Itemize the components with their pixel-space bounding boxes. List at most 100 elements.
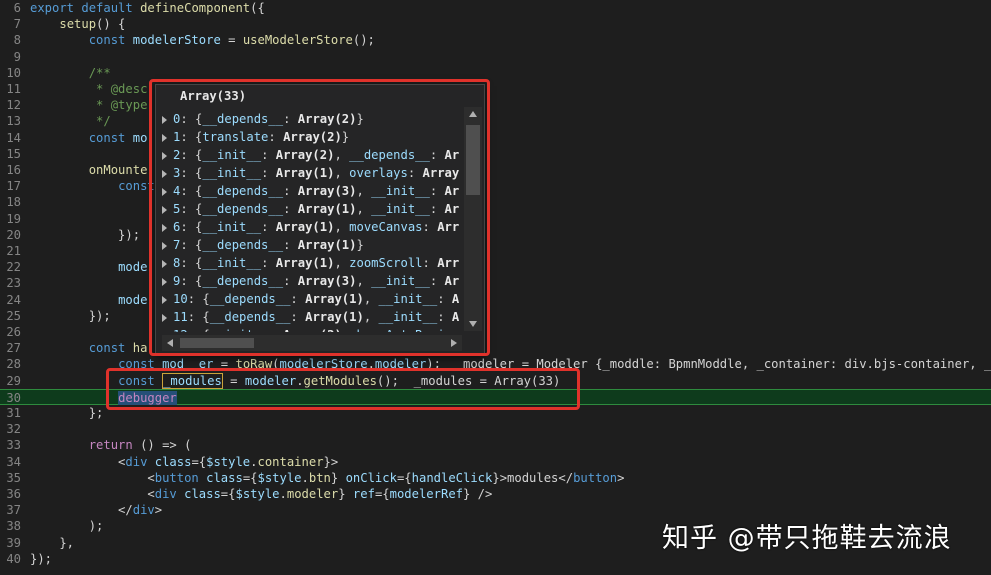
code-token: . [301,470,309,485]
code-token: } [338,487,353,501]
code-text: const modelerStore = useModelerStore(); [30,32,375,48]
line-number: 35 [6,470,21,485]
code-token: (); [352,33,375,48]
code-token: ={ [242,470,258,485]
code-token: ={ [191,454,207,469]
code-token: container [257,454,324,469]
line-number: 13 [6,114,21,129]
code-token: }); [30,227,141,242]
code-token: div [154,487,185,501]
code-token: . [250,454,258,469]
line-number: 9 [13,49,21,64]
code-token: /** [88,65,111,80]
code-token: class [154,454,192,469]
code-line[interactable]: 32 [0,421,991,437]
code-token: */ [88,114,111,129]
code-line[interactable]: 6 export default defineComponent({ [0,0,991,16]
code-token: () { [96,17,126,32]
code-text: }); [30,551,52,567]
code-token: < [30,454,126,469]
line-number: 7 [13,17,21,32]
code-token: modelerStore [132,33,221,48]
code-token: ={ [396,470,412,485]
code-token: handleClick [411,470,493,485]
line-number: 8 [13,33,21,48]
code-token: export [30,1,82,15]
code-token: }); [30,551,53,566]
code-token: $style [257,470,302,485]
code-token: ref [352,487,375,501]
code-text: mode [30,292,147,308]
code-token: }, [30,535,75,550]
line-number: 30 [6,390,21,405]
code-token: modelerRef [389,487,463,501]
code-line[interactable]: 33 return () => ( [0,437,991,453]
code-text: export default defineComponent({ [30,0,265,16]
code-token: ={ [374,487,390,501]
watermark: 知乎 @带只拖鞋去流浪 [662,523,952,554]
code-token: onMounte [88,163,148,177]
line-number: 24 [6,292,21,307]
code-token: } /> [463,487,493,501]
code-token: btn [308,470,331,485]
code-line[interactable]: 36 <div class={$style.modeler} ref={mode… [0,486,991,502]
line-number: 25 [6,308,21,323]
line-number: 17 [6,179,21,194]
code-token: $style [206,454,251,469]
code-text: return () => ( [30,437,192,453]
line-number: 22 [6,260,21,275]
line-number: 39 [6,535,21,550]
line-number: 31 [6,406,21,420]
line-number: 27 [6,341,21,356]
code-text: const mo [30,130,148,146]
code-token: }); [30,308,111,323]
code-token: > [154,503,163,518]
line-number: 21 [6,244,21,258]
code-token: return [88,438,141,453]
line-number: 33 [6,438,21,453]
code-token: default [81,1,141,15]
code-text: }); [30,308,111,324]
code-line[interactable]: 35 <button class={$style.btn} onClick={h… [0,470,991,486]
code-token: setup [59,17,97,32]
code-token: ); [30,519,104,534]
code-text: }; [30,405,104,421]
line-number: 12 [6,98,21,113]
code-text: const [30,178,155,194]
code-line[interactable]: 10 /** [0,65,991,81]
code-token: const [88,341,133,356]
code-token: = [220,33,243,48]
code-token: button [573,470,618,485]
code-text: <button class={$style.btn} onClick={hand… [30,470,624,486]
code-line[interactable]: 9 [0,49,991,65]
code-text: ); [30,518,104,534]
code-token: }; [30,406,104,420]
line-number: 29 [6,373,21,388]
code-line[interactable]: 8 const modelerStore = useModelerStore()… [0,32,991,48]
code-text: <div class={$style.modeler} ref={modeler… [30,486,492,502]
code-text: <div class={$style.container}> [30,454,338,470]
code-text: */ [30,113,111,129]
line-number: 20 [6,227,21,242]
code-text: }, [30,535,74,551]
code-text: }); [30,227,140,243]
code-token: class [184,487,221,501]
code-line[interactable]: 34 <div class={$style.container}> [0,454,991,470]
code-token: () => ( [140,438,192,453]
line-number: 32 [6,422,21,437]
code-token: div [125,454,155,469]
line-number: 40 [6,551,21,566]
code-line[interactable]: 7 setup() { [0,16,991,32]
code-token: * @type [88,98,148,113]
